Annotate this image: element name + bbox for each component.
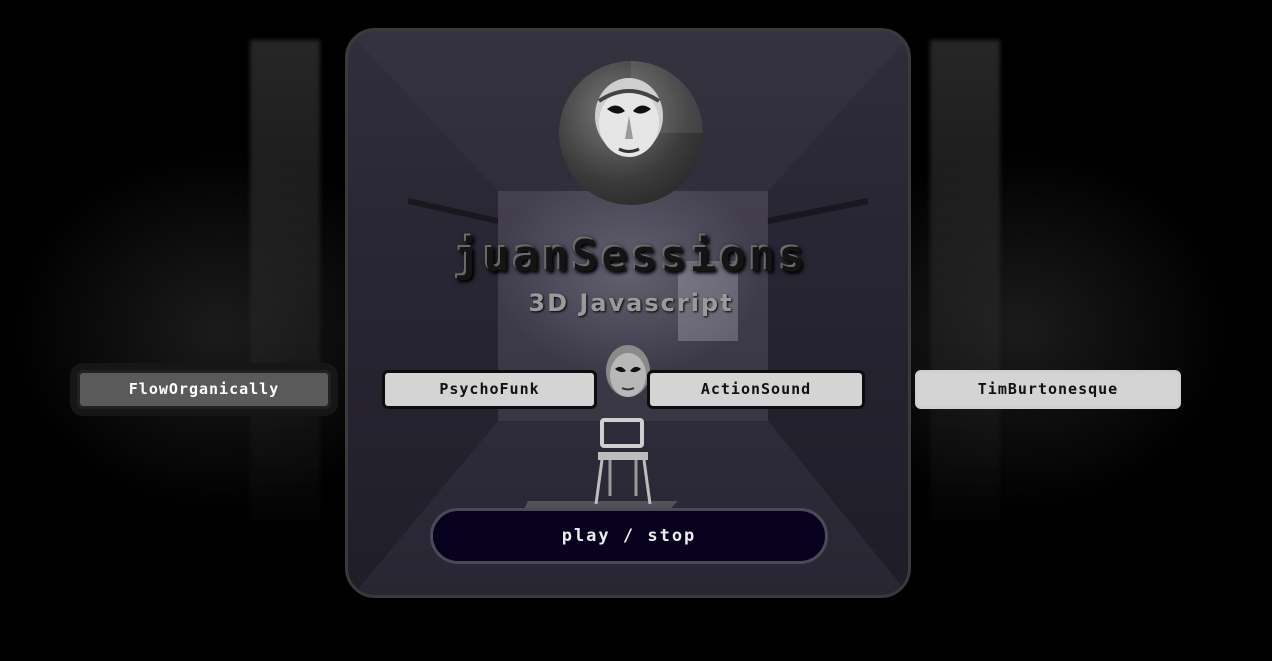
psycho-funk-button[interactable]: PsychoFunk	[382, 370, 597, 409]
background-pillar-left	[250, 40, 320, 520]
action-sound-button[interactable]: ActionSound	[647, 370, 865, 409]
background-pillar-right	[930, 40, 1000, 520]
app-stage: juanSessions 3D Javascript FlowOrganical…	[0, 0, 1272, 661]
flow-organically-button[interactable]: FlowOrganically	[77, 370, 331, 409]
play-stop-button[interactable]: play / stop	[430, 508, 828, 564]
page-subtitle: 3D Javascript	[528, 289, 734, 317]
chair-illustration	[594, 418, 652, 505]
page-title: juanSessions	[454, 231, 808, 282]
tim-burtonesque-button[interactable]: TimBurtonesque	[915, 370, 1181, 409]
face-mask-avatar-icon	[559, 61, 703, 205]
